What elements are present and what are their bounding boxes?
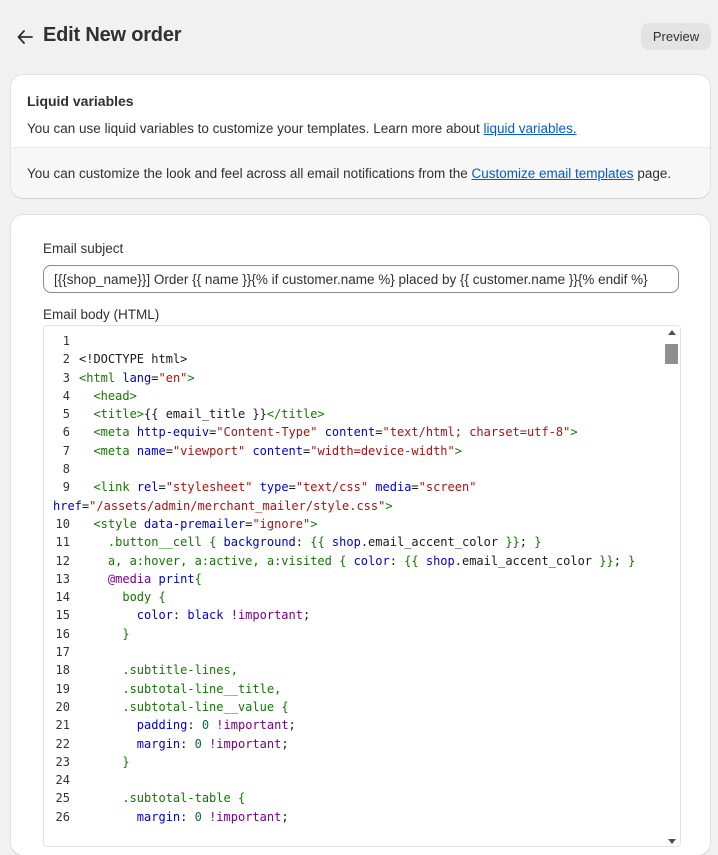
line-number: 8 [62, 462, 70, 477]
email-body-label: Email body (HTML) [43, 307, 160, 322]
triangle-down-icon[interactable] [668, 839, 676, 844]
line-number: 13 [55, 571, 70, 586]
code-line: 8 [44, 460, 660, 478]
code-line: 19 .subtotal-line__title, [44, 680, 660, 698]
code-line: 14 body { [44, 588, 660, 606]
code-line: 20 .subtotal-line__value { [44, 698, 660, 716]
page-header: Edit New order Preview [0, 0, 718, 74]
code-line: 15 color: black !important; [44, 606, 660, 624]
email-subject-label: Email subject [43, 241, 124, 256]
line-number: 15 [55, 608, 70, 623]
code-line-wrapped: href="/assets/admin/merchant_mailer/styl… [53, 498, 393, 513]
line-number: 4 [62, 388, 70, 403]
customize-templates-text: You can customize the look and feel acro… [27, 166, 671, 181]
back-button[interactable] [14, 26, 36, 48]
preview-button[interactable]: Preview [641, 23, 711, 50]
code-line: 10 <style data-premailer="ignore"> [44, 515, 660, 533]
editor-scrollbar[interactable] [662, 326, 680, 846]
line-number: 10 [55, 516, 70, 531]
line-number: 25 [55, 791, 70, 806]
line-number: 12 [55, 553, 70, 568]
code-line: 4 <head> [44, 387, 660, 405]
scrollbar-thumb[interactable] [665, 344, 678, 364]
code-line: 13 @media print{ [44, 570, 660, 588]
email-body-code-editor[interactable]: 1 2 <!DOCTYPE html> 3 <html lang="en"> 4 <… [43, 325, 681, 847]
code-line: 21 padding: 0 !important; [44, 716, 660, 734]
customize-templates-banner: You can customize the look and feel acro… [11, 147, 710, 198]
line-number: 18 [55, 663, 70, 678]
liquid-variables-description: You can use liquid variables to customiz… [27, 121, 577, 136]
liquid-variables-link[interactable]: liquid variables. [484, 121, 577, 136]
line-number: 17 [55, 645, 70, 660]
code-line: 22 margin: 0 !important; [44, 735, 660, 753]
code-line: 16 } [44, 625, 660, 643]
line-number: 9 [62, 480, 70, 495]
line-number: 3 [62, 370, 70, 385]
line-number: 6 [62, 425, 70, 440]
line-number: 22 [55, 736, 70, 751]
line-number: 23 [55, 754, 70, 769]
code-line: 5 <title>{{ email_title }}</title> [44, 405, 660, 423]
line-number: 11 [55, 535, 70, 550]
code-line: 1 [44, 332, 660, 350]
page-title: Edit New order [43, 24, 182, 46]
customize-description-text: You can customize the look and feel acro… [27, 166, 472, 181]
line-number: 20 [55, 699, 70, 714]
arrow-left-icon [17, 30, 33, 44]
code-line: 7 <meta name="viewport" content="width=d… [44, 442, 660, 460]
line-number: 16 [55, 626, 70, 641]
customize-tail-text: page. [633, 166, 672, 181]
line-number: 21 [55, 718, 70, 733]
code-line: 3 <html lang="en"> [44, 369, 660, 387]
triangle-up-icon[interactable] [668, 330, 676, 335]
code-lines: 1 2 <!DOCTYPE html> 3 <html lang="en"> 4 <… [44, 332, 660, 826]
liquid-variables-card: Liquid variables You can use liquid vari… [11, 75, 710, 198]
line-number: 1 [62, 334, 70, 348]
liquid-description-text: You can use liquid variables to customiz… [27, 121, 484, 136]
code-line: 6 <meta http-equiv="Content-Type" conten… [44, 423, 660, 441]
code-line: 24 [44, 771, 660, 789]
line-number: 7 [62, 443, 70, 458]
code-line: 9 <link rel="stylesheet" type="text/css"… [44, 478, 660, 496]
line-number: 14 [55, 590, 70, 605]
code-line: 23 } [44, 753, 660, 771]
code-line: 2 <!DOCTYPE html> [44, 350, 660, 368]
code-line: 11 .button__cell { background: {{ shop.e… [44, 533, 660, 551]
code-line: 12 a, a:hover, a:active, a:visited { col… [44, 552, 660, 570]
liquid-variables-heading: Liquid variables [27, 93, 134, 109]
line-number: 5 [62, 407, 70, 422]
email-subject-input[interactable]: [{{shop_name}}] Order {{ name }}{% if cu… [43, 265, 679, 293]
code-line: 25 .subtotal-table { [44, 789, 660, 807]
code-line: 18 .subtitle-lines, [44, 661, 660, 679]
line-number: 24 [55, 773, 70, 788]
line-number: 19 [55, 681, 70, 696]
line-number: 2 [62, 352, 70, 367]
email-template-card: Email subject [{{shop_name}}] Order {{ n… [11, 215, 710, 855]
customize-email-templates-link[interactable]: Customize email templates [472, 166, 634, 181]
code-line: 17 [44, 643, 660, 661]
